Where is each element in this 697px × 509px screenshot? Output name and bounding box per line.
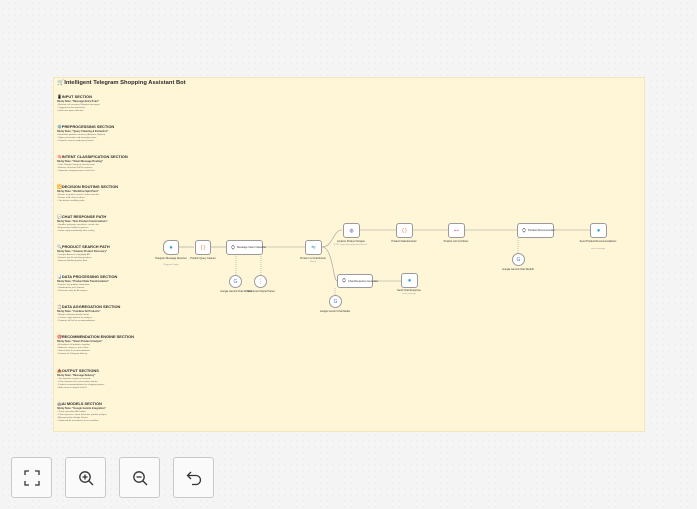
node-sublabel: POST: https://api.apify.com/v2/acts/...	[333, 244, 369, 246]
product-vs-chat-router-node[interactable]: ⇋	[305, 240, 322, 255]
product-recommender-node[interactable]: ⛭ Product Recommender	[517, 223, 555, 238]
zoom-out-button[interactable]	[119, 457, 160, 498]
structured-output-parser-node[interactable]: ⋮	[254, 275, 267, 288]
code-braces-icon: { }	[402, 227, 407, 234]
node-label: Send Product Recommendations	[579, 240, 617, 243]
connections	[179, 229, 590, 295]
connection	[321, 246, 338, 282]
node-label: Product vs Chat Router	[300, 257, 326, 260]
node-inline-label: Product Recommender	[528, 229, 555, 232]
node-sublabel: send: message	[590, 248, 606, 250]
fit-view-icon	[23, 469, 40, 486]
gemini-chat-model-node[interactable]: G	[329, 295, 342, 308]
node-label: Google Gemini Chat Model	[319, 310, 351, 313]
gemini-icon: G	[233, 278, 238, 285]
fit-view-button[interactable]	[11, 457, 52, 498]
node-sublabel: Switch	[309, 261, 317, 263]
robot-icon: ⛭	[342, 278, 347, 284]
aggregate-icon: ⊷	[454, 227, 459, 234]
node-label: Structured Output Parser	[247, 290, 275, 293]
chat-response-generator-node[interactable]: ⛭ Chat Response Generator	[337, 274, 378, 288]
telegram-icon: ●	[169, 244, 173, 251]
gemini-icon: G	[516, 256, 521, 263]
gemini-icon: G	[333, 298, 338, 305]
gemini-chat-model-2-node[interactable]: G	[512, 253, 525, 266]
undo-icon	[186, 471, 201, 485]
product-data-extractor-node[interactable]: { }	[396, 223, 413, 238]
parser-icon: ⋮	[258, 278, 263, 285]
node-label: Amazon Product Scraper	[337, 240, 365, 243]
node-label: Google Gemini Chat Model2	[502, 268, 534, 271]
node-sublabel: send: message	[401, 293, 417, 295]
zoom-in-button[interactable]	[65, 457, 106, 498]
node-label: Product Query Cleaner	[190, 257, 216, 260]
robot-icon: ⛭	[231, 244, 236, 251]
node-label: Product List Combiner	[443, 240, 469, 243]
send-chat-response-node[interactable]: ●	[401, 273, 418, 288]
telegram-icon: ●	[596, 227, 601, 234]
node-label: Product Data Extractor	[391, 240, 417, 243]
robot-icon: ⛭	[522, 227, 527, 234]
node-label: Send Chat Response	[397, 289, 421, 292]
product-query-cleaner-node[interactable]: { }	[195, 240, 211, 255]
zoom-out-icon	[132, 470, 147, 485]
undo-button[interactable]	[173, 457, 214, 498]
send-recommendations-node[interactable]: ●	[590, 223, 607, 238]
zoom-in-icon	[78, 470, 93, 485]
node-sublabel: Telegram Trigger	[163, 264, 179, 266]
node-inline-label: Chat Response Generator	[348, 279, 379, 283]
code-braces-icon: { }	[200, 244, 206, 251]
telegram-trigger-node[interactable]: ●	[163, 240, 179, 255]
message-intent-classifier-node[interactable]: ⛭ Message Intent Classifier	[226, 240, 267, 255]
node-label: Telegram Message Receiver	[155, 257, 187, 260]
switch-icon: ⇋	[311, 244, 316, 251]
amazon-product-scraper-node[interactable]: ◍	[343, 223, 360, 238]
product-list-combiner-node[interactable]: ⊷	[448, 223, 465, 238]
node-inline-label: Message Intent Classifier	[237, 246, 267, 249]
gemini-chat-model-1-node[interactable]: G	[229, 275, 242, 288]
telegram-icon: ●	[407, 277, 412, 284]
workflow-canvas[interactable]: 🛒Intelligent Telegram Shopping Assistant…	[0, 0, 697, 509]
globe-icon: ◍	[349, 227, 354, 234]
